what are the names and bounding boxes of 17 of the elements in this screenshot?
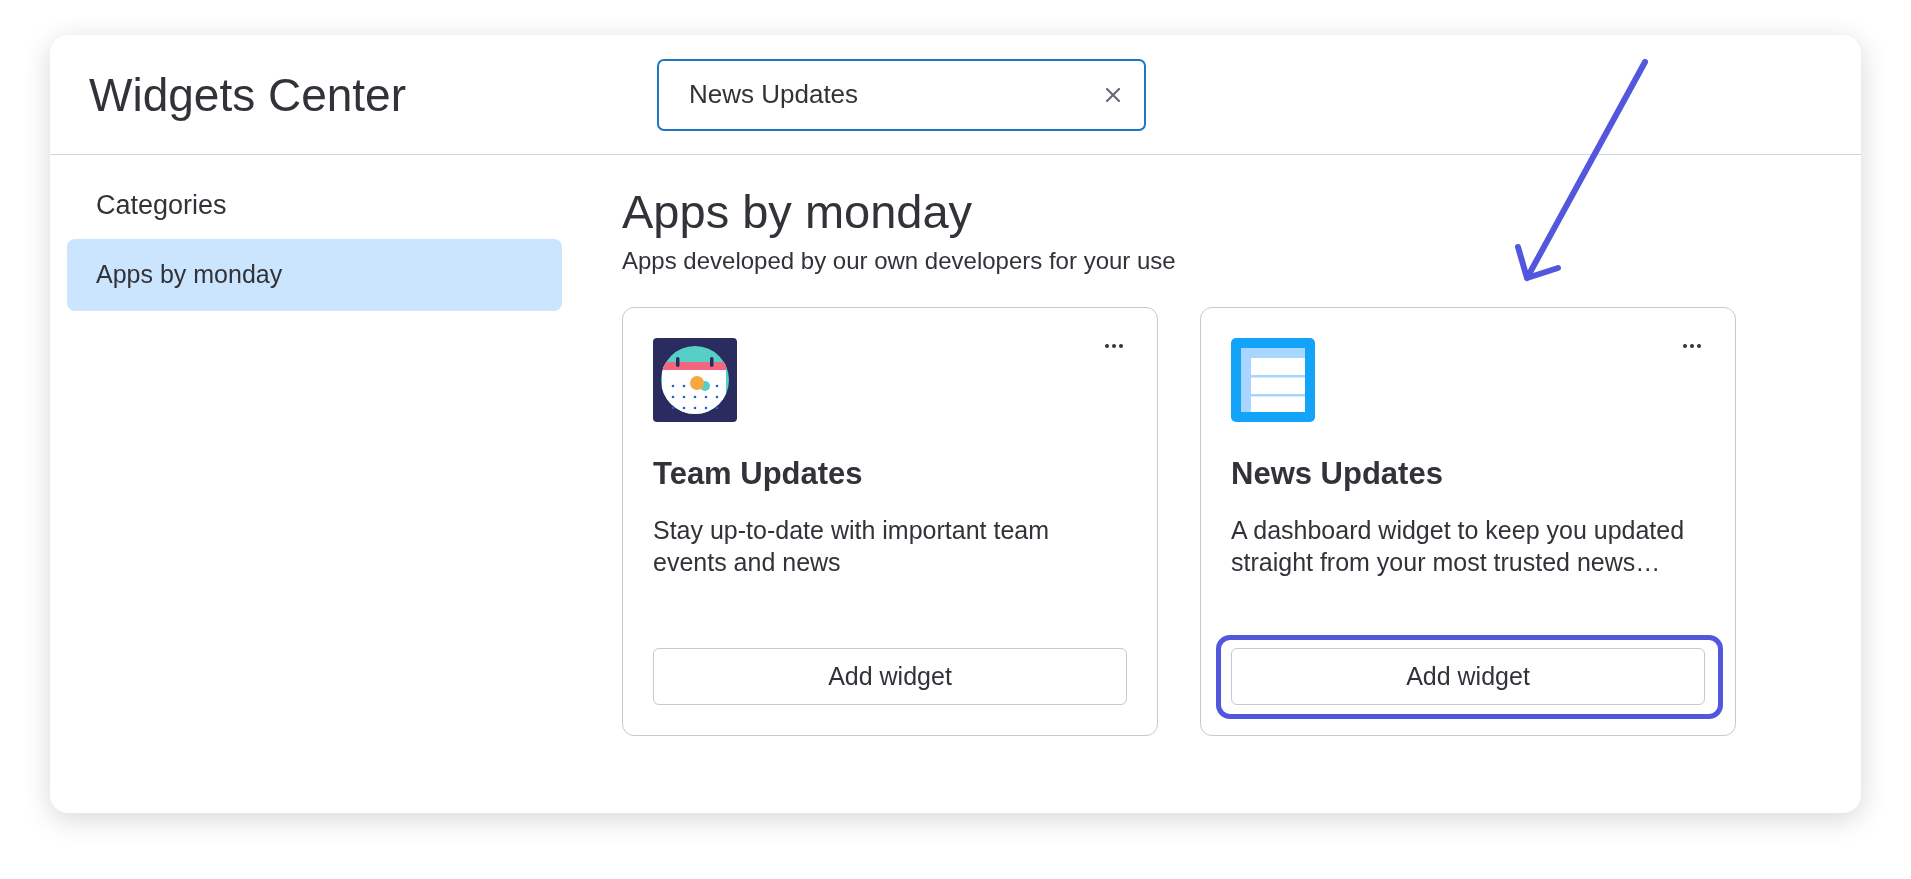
card-title: News Updates — [1231, 455, 1443, 493]
card-description: A dashboard widget to keep you updated straight from your most trusted news… — [1231, 515, 1686, 578]
sidebar-heading: Categories — [96, 189, 227, 222]
page-title: Widgets Center — [89, 68, 406, 121]
section-subtitle: Apps developed by our own developers for your use — [622, 246, 1176, 276]
sidebar-item[interactable]: Apps by monday — [67, 239, 562, 311]
more-icon[interactable] — [1105, 344, 1123, 348]
calendar-icon — [653, 338, 737, 422]
add-widget-button[interactable]: Add widget — [1231, 648, 1705, 705]
add-widget-button[interactable]: Add widget — [653, 648, 1127, 705]
section-title: Apps by monday — [622, 185, 973, 239]
search-field[interactable]: News Updates — [657, 58, 1146, 131]
more-icon[interactable] — [1683, 344, 1701, 348]
clear-icon[interactable] — [1106, 87, 1120, 102]
card-description: Stay up-to-date with important team events and news — [653, 515, 1051, 578]
card-title: Team Updates — [653, 455, 863, 493]
table-icon — [1231, 338, 1315, 422]
